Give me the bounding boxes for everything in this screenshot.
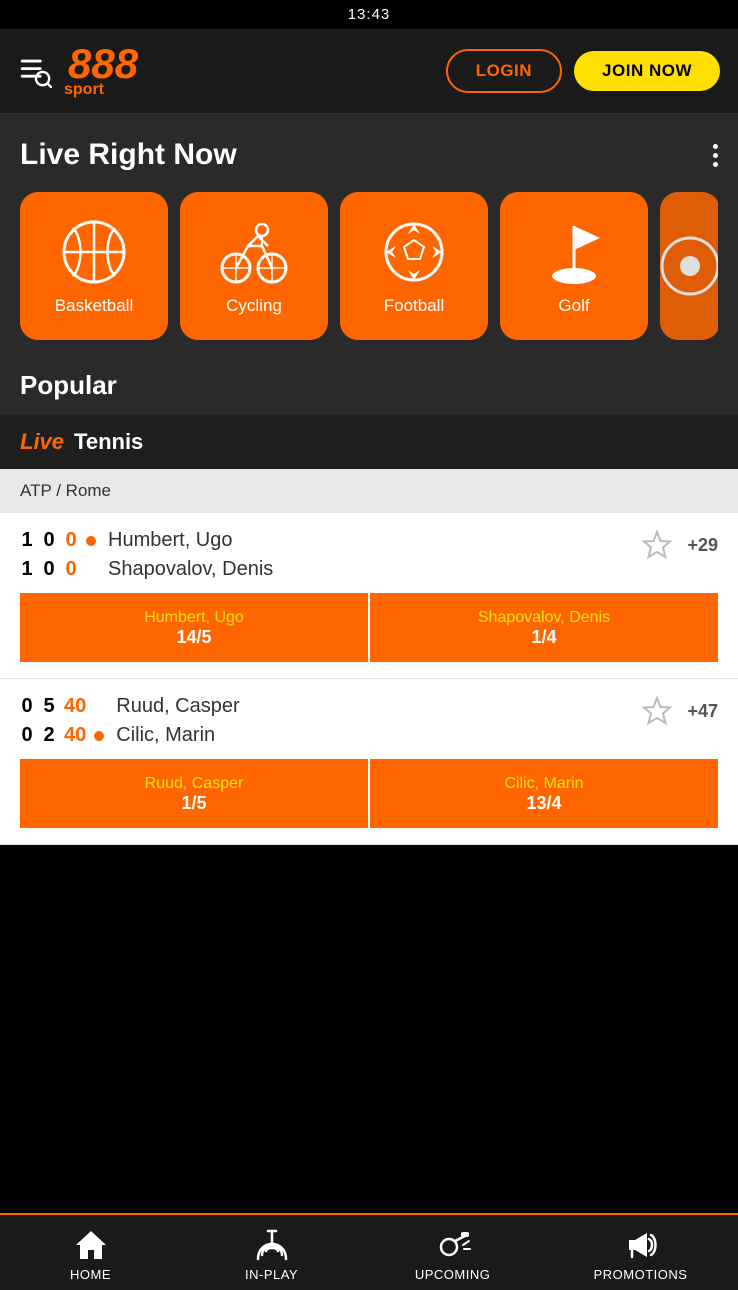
logo-sport: sport <box>64 81 138 99</box>
join-button[interactable]: JOIN NOW <box>574 51 720 91</box>
match2-bet-player2[interactable]: Cilic, Marin 13/4 <box>370 759 718 828</box>
table-row: 0 5 40 Ruud, Casper 0 2 40 Cilic, Marin <box>0 679 738 845</box>
sport-cycling[interactable]: Cycling <box>180 192 328 340</box>
p2-score2: 0 <box>42 558 56 581</box>
m2p1-score3: 40 <box>64 695 86 718</box>
match2-bet2-odds: 13/4 <box>380 793 708 814</box>
match2-player2-name: Cilic, Marin <box>116 724 215 747</box>
match2-scores-left: 0 5 40 Ruud, Casper 0 2 40 Cilic, Marin <box>20 695 240 747</box>
p1-score3: 0 <box>64 529 78 552</box>
live-badge: Live <box>20 429 64 455</box>
match2-bet1-label: Ruud, Casper <box>145 775 244 792</box>
time: 13:43 <box>348 6 391 23</box>
sport-football[interactable]: Football <box>340 192 488 340</box>
serving-indicator-m2p2 <box>94 731 104 741</box>
nav-inplay-label: IN-PLAY <box>245 1267 298 1282</box>
popular-title: Popular <box>20 370 117 400</box>
match2-bet-player1[interactable]: Ruud, Casper 1/5 <box>20 759 368 828</box>
match1-bet1-label: Humbert, Ugo <box>144 609 244 626</box>
m2p1-score1: 0 <box>20 695 34 718</box>
match2-right: +47 <box>641 695 718 727</box>
header: 888 sport LOGIN JOIN NOW <box>0 29 738 114</box>
match2-player1-row: 0 5 40 Ruud, Casper <box>20 695 240 718</box>
match1-player1-row: 1 0 0 Humbert, Ugo <box>20 529 273 552</box>
match1-scores: 1 0 0 Humbert, Ugo 1 0 0 Shapovalov, Den… <box>20 529 718 581</box>
match1-bet-player1[interactable]: Humbert, Ugo 14/5 <box>20 593 368 662</box>
tennis-label: Tennis <box>74 429 143 455</box>
status-bar: 13:43 <box>0 0 738 29</box>
popular-section: Popular <box>0 360 738 415</box>
table-row: 1 0 0 Humbert, Ugo 1 0 0 Shapovalov, Den… <box>0 513 738 679</box>
atp-rome-label: ATP / Rome <box>20 481 111 500</box>
bottom-nav: HOME IN-PLAY UPCOMING <box>0 1213 738 1290</box>
nav-home-label: HOME <box>70 1267 111 1282</box>
match2-player1-name: Ruud, Casper <box>116 695 239 718</box>
favorite-star-match1[interactable] <box>641 529 673 561</box>
match1-player1-name: Humbert, Ugo <box>108 529 233 552</box>
sports-row: Basketball <box>20 192 718 340</box>
live-right-now-section: Live Right Now Basketball <box>0 114 738 360</box>
sport-golf[interactable]: Golf <box>500 192 648 340</box>
match1-extra-markets: +29 <box>687 535 718 556</box>
promotions-icon <box>623 1227 659 1263</box>
match2-bet-buttons: Ruud, Casper 1/5 Cilic, Marin 13/4 <box>20 759 718 828</box>
tennis-section-header: Live Tennis <box>0 415 738 469</box>
atp-rome-subheader: ATP / Rome <box>0 469 738 513</box>
logo[interactable]: 888 sport <box>68 43 138 99</box>
p1-score1: 1 <box>20 529 34 552</box>
match1-player2-name: Shapovalov, Denis <box>108 558 273 581</box>
sport-basketball[interactable]: Basketball <box>20 192 168 340</box>
match1-player2-row: 1 0 0 Shapovalov, Denis <box>20 558 273 581</box>
match1-bet1-odds: 14/5 <box>30 627 358 648</box>
upcoming-icon <box>435 1227 471 1263</box>
nav-upcoming[interactable]: UPCOMING <box>413 1227 493 1282</box>
match2-bet2-label: Cilic, Marin <box>504 775 583 792</box>
nav-promotions[interactable]: PROMOTIONS <box>594 1227 688 1282</box>
match1-bet2-label: Shapovalov, Denis <box>478 609 610 626</box>
sport-handball[interactable] <box>660 192 718 340</box>
live-right-now-title: Live Right Now <box>20 138 237 172</box>
serving-indicator-p1 <box>86 536 96 546</box>
football-label: Football <box>384 296 444 316</box>
match2-player2-row: 0 2 40 Cilic, Marin <box>20 724 240 747</box>
match1-bet-buttons: Humbert, Ugo 14/5 Shapovalov, Denis 1/4 <box>20 593 718 662</box>
m2p1-score2: 5 <box>42 695 56 718</box>
nav-upcoming-label: UPCOMING <box>415 1267 491 1282</box>
inplay-icon <box>254 1227 290 1263</box>
p2-score1: 1 <box>20 558 34 581</box>
match1-right: +29 <box>641 529 718 561</box>
header-right: LOGIN JOIN NOW <box>446 49 720 93</box>
m2p2-score1: 0 <box>20 724 34 747</box>
more-options-button[interactable] <box>713 144 718 167</box>
p1-score2: 0 <box>42 529 56 552</box>
live-header: Live Right Now <box>20 138 718 172</box>
match-group: ATP / Rome 1 0 0 Humbert, Ugo 1 <box>0 469 738 845</box>
match1-bet-player2[interactable]: Shapovalov, Denis 1/4 <box>370 593 718 662</box>
m2p2-score2: 2 <box>42 724 56 747</box>
home-icon <box>73 1227 109 1263</box>
logo-888: 888 <box>68 43 138 85</box>
basketball-label: Basketball <box>55 296 133 316</box>
p2-score3: 0 <box>64 558 78 581</box>
match1-bet2-odds: 1/4 <box>380 627 708 648</box>
nav-inplay[interactable]: IN-PLAY <box>232 1227 312 1282</box>
cycling-label: Cycling <box>226 296 282 316</box>
match2-extra-markets: +47 <box>687 701 718 722</box>
golf-label: Golf <box>558 296 589 316</box>
match2-bet1-odds: 1/5 <box>30 793 358 814</box>
login-button[interactable]: LOGIN <box>446 49 562 93</box>
nav-home[interactable]: HOME <box>51 1227 131 1282</box>
match2-scores: 0 5 40 Ruud, Casper 0 2 40 Cilic, Marin <box>20 695 718 747</box>
header-left: 888 sport <box>18 43 138 99</box>
match1-scores-left: 1 0 0 Humbert, Ugo 1 0 0 Shapovalov, Den… <box>20 529 273 581</box>
menu-search-icon[interactable] <box>18 54 52 88</box>
nav-promotions-label: PROMOTIONS <box>594 1267 688 1282</box>
favorite-star-match2[interactable] <box>641 695 673 727</box>
m2p2-score3: 40 <box>64 724 86 747</box>
